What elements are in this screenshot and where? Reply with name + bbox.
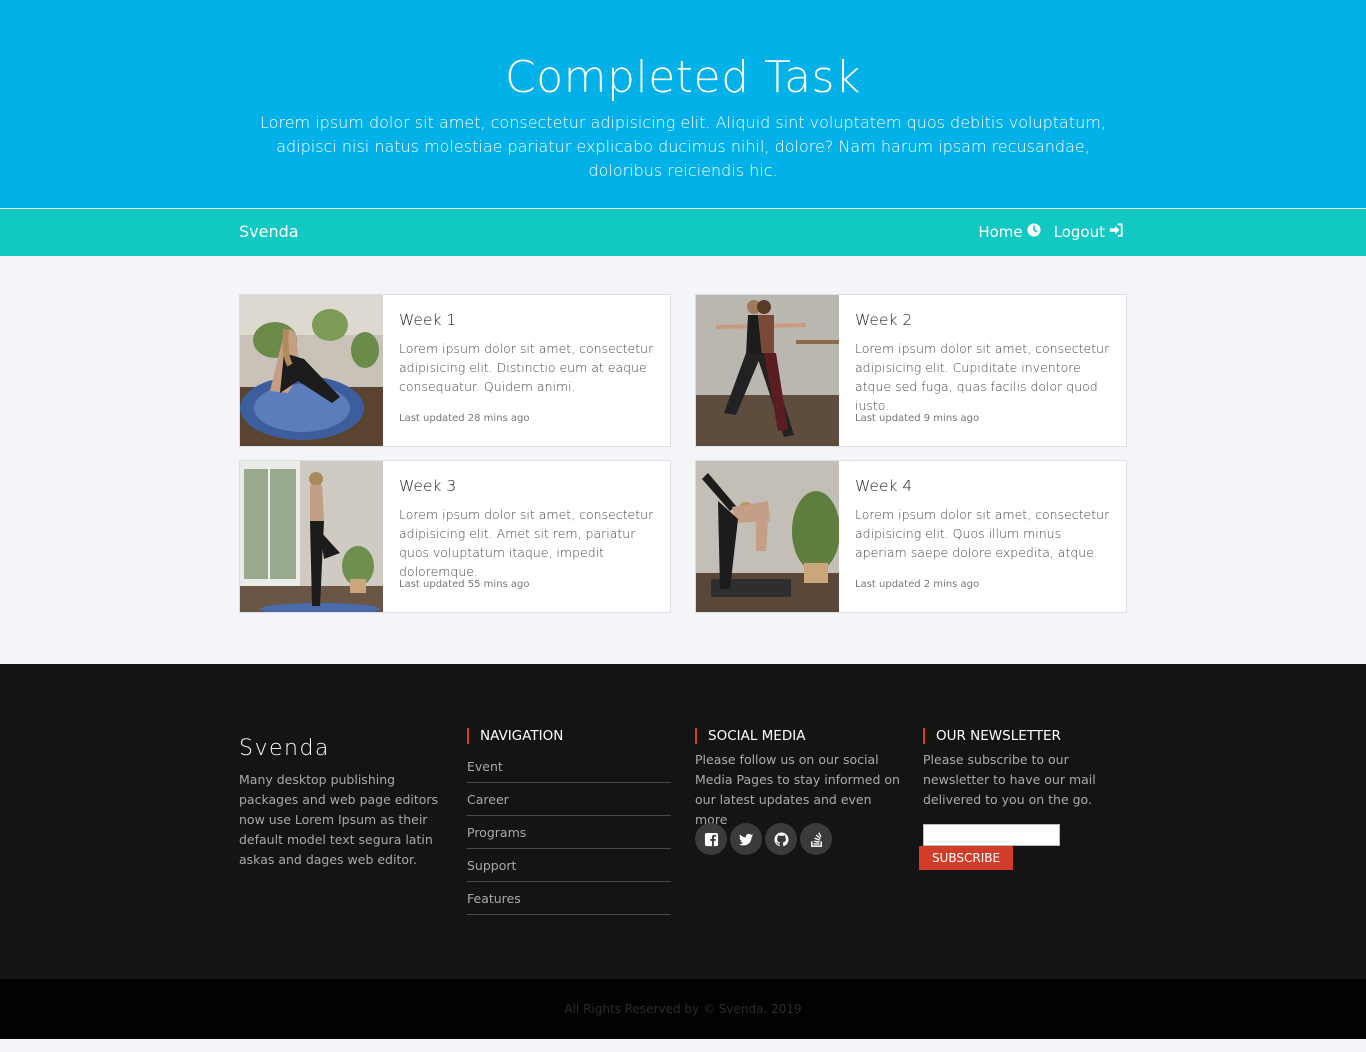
github-icon[interactable]: [765, 823, 797, 855]
yoga-photo: [696, 295, 839, 446]
card-title: Week 2: [855, 311, 913, 329]
stack-overflow-icon[interactable]: [800, 823, 832, 855]
week-card[interactable]: Week 2 Lorem ipsum dolor sit amet, conse…: [695, 294, 1127, 447]
facebook-icon[interactable]: [695, 823, 727, 855]
footer-nav-item[interactable]: Programs: [467, 816, 671, 849]
footer-nav-item[interactable]: Event: [467, 750, 671, 783]
nav-home-link[interactable]: Home: [978, 223, 1041, 241]
subscribe-button[interactable]: SUBSCRIBE: [919, 846, 1013, 870]
footer-navigation-title: NAVIGATION: [467, 728, 563, 744]
card-text: Lorem ipsum dolor sit amet, consectetur …: [855, 341, 1110, 413]
footer: Svenda Many desktop publishing packages …: [0, 664, 1366, 979]
copyright-text: All Rights Reserved by © Svenda. 2019: [564, 1002, 802, 1016]
nav-links: Home Logout: [978, 223, 1123, 241]
card-text: Lorem ipsum dolor sit amet, consectetur …: [399, 507, 654, 579]
footer-social-text: Please follow us on our social Media Pag…: [695, 752, 900, 827]
card-updated: Last updated 9 mins ago: [855, 413, 980, 424]
nav-home-label: Home: [978, 223, 1023, 241]
card-body: Week 3 Lorem ipsum dolor sit amet, conse…: [399, 475, 659, 581]
card-updated: Last updated 2 mins ago: [855, 579, 980, 590]
footer-nav-item[interactable]: Support: [467, 849, 671, 882]
card-body: Week 2 Lorem ipsum dolor sit amet, conse…: [855, 309, 1115, 415]
footer-nav-item[interactable]: Career: [467, 783, 671, 816]
newsletter-email-input[interactable]: [923, 824, 1060, 846]
week-card[interactable]: Week 3 Lorem ipsum dolor sit amet, conse…: [239, 460, 671, 613]
navbar: Svenda Home Logout: [0, 208, 1366, 256]
card-updated: Last updated 28 mins ago: [399, 413, 530, 424]
clock-icon: [1027, 223, 1041, 241]
hero-banner: Completed Task Lorem ipsum dolor sit ame…: [0, 0, 1366, 208]
yoga-photo: [240, 461, 383, 612]
yoga-photo: [240, 295, 383, 446]
footer-social-title: SOCIAL MEDIA: [695, 728, 805, 744]
copyright-bar: All Rights Reserved by © Svenda. 2019: [0, 979, 1366, 1039]
yoga-photo: [696, 461, 839, 612]
card-text: Lorem ipsum dolor sit amet, consectetur …: [855, 507, 1110, 560]
twitter-icon[interactable]: [730, 823, 762, 855]
card-title: Week 3: [399, 477, 457, 495]
sign-in-icon: [1109, 223, 1123, 241]
footer-brand: Svenda: [239, 736, 330, 761]
nav-logout-label: Logout: [1053, 223, 1105, 241]
footer-nav-item[interactable]: Features: [467, 882, 671, 915]
footer-about-text: Many desktop publishing packages and web…: [239, 772, 439, 867]
footer-navigation: Event Career Programs Support Features: [467, 750, 671, 915]
footer-newsletter-text: Please subscribe to our newsletter to ha…: [923, 752, 1096, 807]
card-body: Week 1 Lorem ipsum dolor sit amet, conse…: [399, 309, 659, 396]
page-title: Completed Task: [505, 52, 861, 103]
social-icons: [695, 823, 832, 855]
card-title: Week 1: [399, 311, 457, 329]
card-updated: Last updated 55 mins ago: [399, 579, 530, 590]
hero-subtitle: Lorem ipsum dolor sit amet, consectetur …: [260, 113, 1106, 180]
card-body: Week 4 Lorem ipsum dolor sit amet, conse…: [855, 475, 1115, 562]
nav-logout-link[interactable]: Logout: [1054, 223, 1123, 241]
card-text: Lorem ipsum dolor sit amet, consectetur …: [399, 341, 654, 394]
navbar-brand[interactable]: Svenda: [239, 222, 299, 241]
card-title: Week 4: [855, 477, 913, 495]
week-card[interactable]: Week 4 Lorem ipsum dolor sit amet, conse…: [695, 460, 1127, 613]
footer-newsletter-title: OUR NEWSLETTER: [923, 728, 1061, 744]
week-card[interactable]: Week 1 Lorem ipsum dolor sit amet, conse…: [239, 294, 671, 447]
